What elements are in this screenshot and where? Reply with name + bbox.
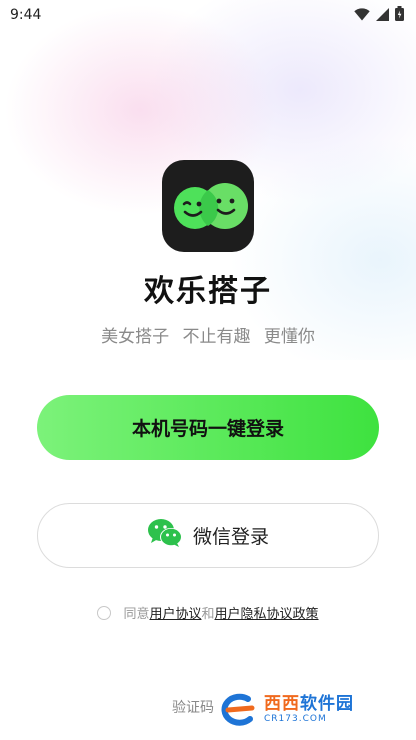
agreement-and: 和 <box>201 607 215 622</box>
watermark-logo: 西西软件园 CR173.COM <box>218 690 402 730</box>
status-bar: 9:44 <box>0 0 416 30</box>
code-login-link[interactable]: 验证码 <box>172 697 214 717</box>
phone-login-label: 本机号码一键登录 <box>131 418 284 440</box>
status-time: 9:44 <box>10 7 42 23</box>
phone-login-button[interactable]: 本机号码一键登录 <box>37 395 379 460</box>
privacy-policy-link[interactable]: 用户隐私协议政策 <box>215 603 319 622</box>
smiley-faces-icon <box>174 183 248 229</box>
watermark-title-2: 软件园 <box>300 694 354 714</box>
cellular-signal-icon <box>376 6 389 25</box>
watermark-subtitle: CR173.COM <box>264 714 327 724</box>
status-icons <box>354 5 404 25</box>
wechat-login-button[interactable]: 微信登录 <box>37 503 379 568</box>
agreement-prefix: 同意 <box>123 607 150 622</box>
app-name: 欢乐搭子 <box>144 274 272 309</box>
wechat-login-label: 微信登录 <box>192 526 269 548</box>
agreement-checkbox[interactable] <box>97 605 112 620</box>
battery-icon <box>395 5 404 25</box>
watermark-title-1: 西西 <box>264 694 300 714</box>
agreement-row: 同意 用户协议 和 用户隐私协议政策 <box>0 603 416 622</box>
user-agreement-link[interactable]: 用户协议 <box>149 603 201 622</box>
app-logo <box>162 160 254 252</box>
app-tagline: 美女搭子 不止有趣 更懂你 <box>101 327 315 347</box>
wechat-icon <box>147 518 183 553</box>
watermark-e-icon <box>221 693 255 726</box>
wifi-icon <box>354 6 370 25</box>
